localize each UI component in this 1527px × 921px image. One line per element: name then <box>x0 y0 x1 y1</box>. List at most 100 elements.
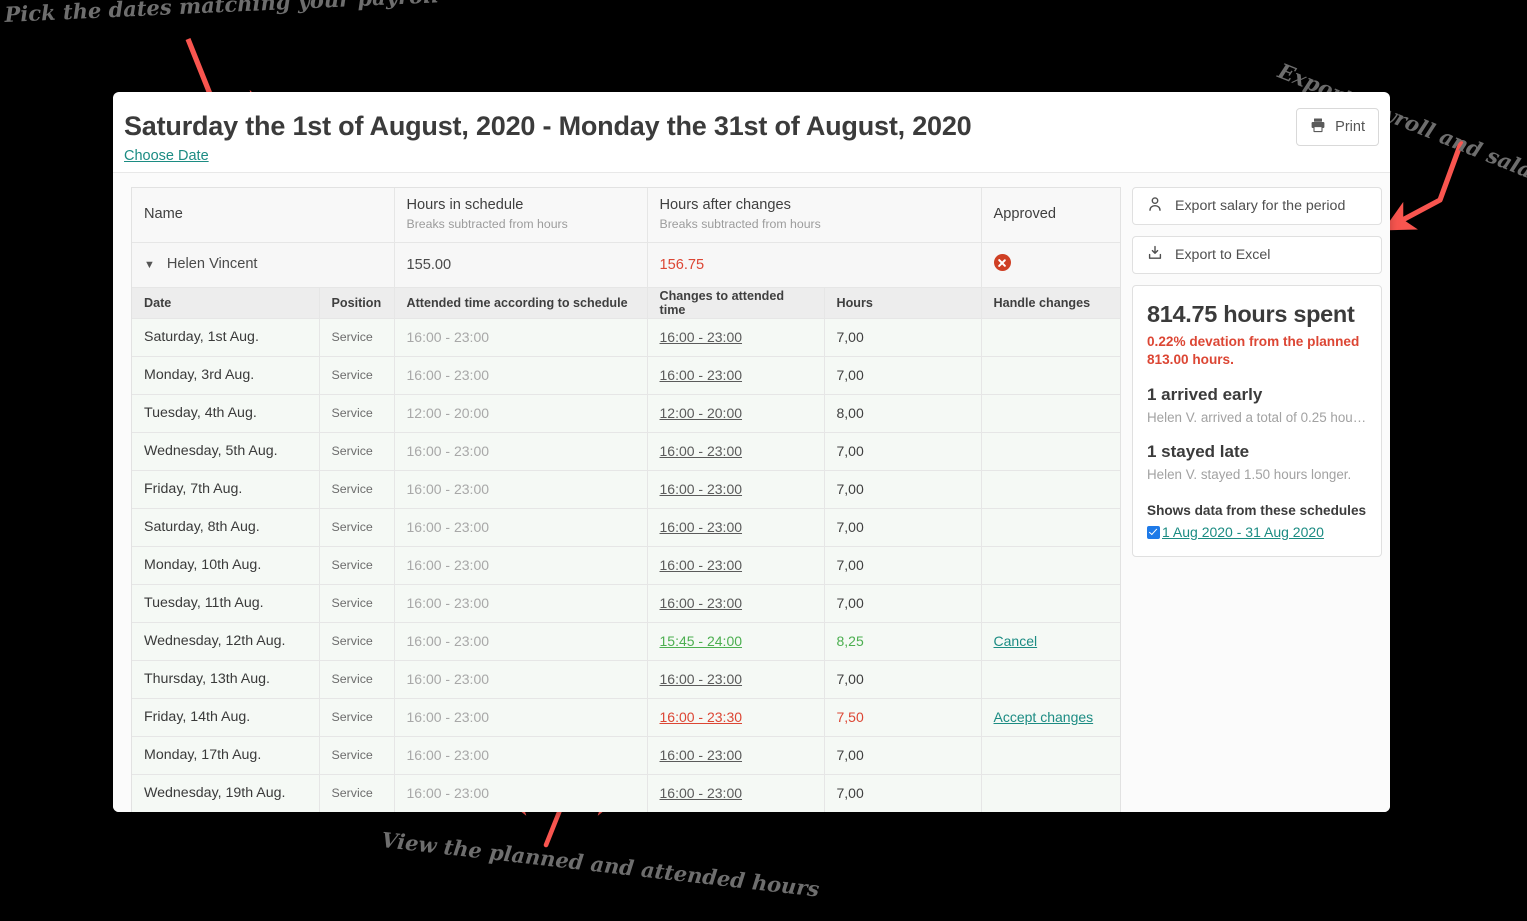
export-excel-button[interactable]: Export to Excel <box>1132 236 1382 274</box>
cell-date: Wednesday, 12th Aug. <box>132 622 320 661</box>
changed-time-link[interactable]: 16:00 - 23:00 <box>660 557 743 573</box>
cell-position: Service <box>319 660 395 699</box>
annotation-pick-dates: Pick the dates matching your payroll <box>4 0 440 27</box>
changed-time-link[interactable]: 16:00 - 23:00 <box>660 519 743 535</box>
cell-hours: 7,00 <box>824 584 982 623</box>
cell-changed-time[interactable]: 16:00 - 23:00 <box>647 508 825 547</box>
cell-hours: 7,50 <box>824 698 982 737</box>
changed-time-link[interactable]: 15:45 - 24:00 <box>660 633 743 649</box>
schedule-row: 1 Aug 2020 - 31 Aug 2020 <box>1147 524 1367 540</box>
cell-handle-changes <box>981 470 1121 509</box>
cell-changed-time[interactable]: 16:00 - 23:00 <box>647 546 825 585</box>
changed-time-link[interactable]: 16:00 - 23:00 <box>660 785 743 801</box>
table-row[interactable]: Tuesday, 4th Aug. Service 12:00 - 20:00 12:… <box>132 394 1121 433</box>
card-header: Saturday the 1st of August, 2020 - Monda… <box>113 92 1390 173</box>
handle-change-link[interactable]: Accept changes <box>994 709 1094 725</box>
cell-changed-time[interactable]: 16:00 - 23:00 <box>647 432 825 471</box>
changed-time-link[interactable]: 16:00 - 23:00 <box>660 481 743 497</box>
print-button[interactable]: Print <box>1296 108 1379 146</box>
cell-scheduled-time: 16:00 - 23:00 <box>394 470 648 509</box>
subcol-attended: Attended time according to schedule <box>394 287 648 319</box>
table-row[interactable]: Monday, 17th Aug. Service 16:00 - 23:00 16:… <box>132 736 1121 775</box>
cell-date: Monday, 3rd Aug. <box>132 356 320 395</box>
cell-scheduled-time: 16:00 - 23:00 <box>394 660 648 699</box>
cell-changed-time[interactable]: 16:00 - 23:00 <box>647 470 825 509</box>
cell-date: Friday, 7th Aug. <box>132 470 320 509</box>
arrived-early-desc: Helen V. arrived a total of 0.25 hour… <box>1147 410 1367 425</box>
cell-position: Service <box>319 318 395 357</box>
cell-hours: 7,00 <box>824 546 982 585</box>
cell-date: Monday, 10th Aug. <box>132 546 320 585</box>
cell-handle-changes[interactable]: Accept changes <box>981 698 1121 737</box>
cell-changed-time[interactable]: 16:00 - 23:30 <box>647 698 825 737</box>
cell-position: Service <box>319 736 395 775</box>
table-row[interactable]: Wednesday, 12th Aug. Service 16:00 - 23:00… <box>132 622 1121 661</box>
choose-date-link[interactable]: Choose Date <box>124 148 209 164</box>
cell-scheduled-time: 12:00 - 20:00 <box>394 394 648 433</box>
table-row[interactable]: Wednesday, 19th Aug. Service 16:00 - 23:00… <box>132 774 1121 812</box>
changed-time-link[interactable]: 12:00 - 20:00 <box>660 405 743 421</box>
deviation-text: 0.22% devation from the planned 813.00 h… <box>1147 334 1360 367</box>
stayed-late-desc: Helen V. stayed 1.50 hours longer. <box>1147 467 1352 482</box>
cell-hours: 8,25 <box>824 622 982 661</box>
cell-changed-time[interactable]: 16:00 - 23:00 <box>647 660 825 699</box>
table-sub-header: Date Position Attended time according to s… <box>132 287 1121 319</box>
table-row[interactable]: Friday, 14th Aug. Service 16:00 - 23:00 16:… <box>132 698 1121 737</box>
cell-changed-time[interactable]: 15:45 - 24:00 <box>647 622 825 661</box>
cell-scheduled-time: 16:00 - 23:00 <box>394 584 648 623</box>
cell-date: Tuesday, 11th Aug. <box>132 584 320 623</box>
employee-summary-row[interactable]: ▼ Helen Vincent 155.00 156.75 <box>132 242 1121 288</box>
schedules-title: Shows data from these schedules <box>1147 503 1367 518</box>
table-row[interactable]: Tuesday, 11th Aug. Service 16:00 - 23:00 16… <box>132 584 1121 623</box>
changed-time-link[interactable]: 16:00 - 23:00 <box>660 367 743 383</box>
employee-approved <box>981 242 1121 288</box>
cell-changed-time[interactable]: 16:00 - 23:00 <box>647 774 825 812</box>
table-row[interactable]: Saturday, 8th Aug. Service 16:00 - 23:00 16… <box>132 508 1121 547</box>
cell-hours: 7,00 <box>824 470 982 509</box>
changed-time-link[interactable]: 16:00 - 23:00 <box>660 747 743 763</box>
cell-position: Service <box>319 470 395 509</box>
cell-changed-time[interactable]: 16:00 - 23:00 <box>647 584 825 623</box>
handle-change-link[interactable]: Cancel <box>994 633 1038 649</box>
cell-date: Tuesday, 4th Aug. <box>132 394 320 433</box>
col-hours-after-changes: Hours after changes Breaks subtracted fro… <box>647 188 982 243</box>
changed-time-link[interactable]: 16:00 - 23:00 <box>660 671 743 687</box>
table-row[interactable]: Monday, 10th Aug. Service 16:00 - 23:00 16:… <box>132 546 1121 585</box>
cell-changed-time[interactable]: 16:00 - 23:00 <box>647 318 825 357</box>
cell-scheduled-time: 16:00 - 23:00 <box>394 432 648 471</box>
employee-name: Helen Vincent <box>166 256 258 273</box>
cell-position: Service <box>319 622 395 661</box>
changed-time-link[interactable]: 16:00 - 23:00 <box>660 329 743 345</box>
changed-time-link[interactable]: 16:00 - 23:00 <box>660 595 743 611</box>
cell-handle-changes[interactable]: Cancel <box>981 622 1121 661</box>
cell-handle-changes <box>981 394 1121 433</box>
changed-time-link[interactable]: 16:00 - 23:30 <box>660 709 743 725</box>
table-row[interactable]: Saturday, 1st Aug. Service 16:00 - 23:00 16… <box>132 318 1121 357</box>
subcol-handle: Handle changes <box>981 287 1121 319</box>
cell-position: Service <box>319 584 395 623</box>
schedule-link[interactable]: 1 Aug 2020 - 31 Aug 2020 <box>1162 524 1324 540</box>
cell-scheduled-time: 16:00 - 23:00 <box>394 546 648 585</box>
error-circle-icon[interactable] <box>993 254 1011 271</box>
cell-position: Service <box>319 546 395 585</box>
schedule-checkbox[interactable] <box>1147 525 1160 539</box>
expand-caret-icon[interactable]: ▼ <box>144 259 155 271</box>
cell-date: Monday, 17th Aug. <box>132 736 320 775</box>
col-hours-in-schedule: Hours in schedule Breaks subtracted from … <box>394 188 648 243</box>
export-salary-button[interactable]: Export salary for the period <box>1132 187 1382 225</box>
cell-hours: 7,00 <box>824 660 982 699</box>
cell-date: Wednesday, 5th Aug. <box>132 432 320 471</box>
cell-changed-time[interactable]: 16:00 - 23:00 <box>647 356 825 395</box>
table-row[interactable]: Wednesday, 5th Aug. Service 16:00 - 23:00 1… <box>132 432 1121 471</box>
cell-changed-time[interactable]: 12:00 - 20:00 <box>647 394 825 433</box>
changed-time-link[interactable]: 16:00 - 23:00 <box>660 443 743 459</box>
cell-scheduled-time: 16:00 - 23:00 <box>394 508 648 547</box>
cell-date: Friday, 14th Aug. <box>132 698 320 737</box>
cell-scheduled-time: 16:00 - 23:00 <box>394 698 648 737</box>
cell-changed-time[interactable]: 16:00 - 23:00 <box>647 736 825 775</box>
cell-position: Service <box>319 432 395 471</box>
employee-name-cell[interactable]: ▼ Helen Vincent <box>132 242 395 288</box>
table-row[interactable]: Friday, 7th Aug. Service 16:00 - 23:00 16:0… <box>132 470 1121 509</box>
table-row[interactable]: Thursday, 13th Aug. Service 16:00 - 23:00 1… <box>132 660 1121 699</box>
table-row[interactable]: Monday, 3rd Aug. Service 16:00 - 23:00 16:0… <box>132 356 1121 395</box>
